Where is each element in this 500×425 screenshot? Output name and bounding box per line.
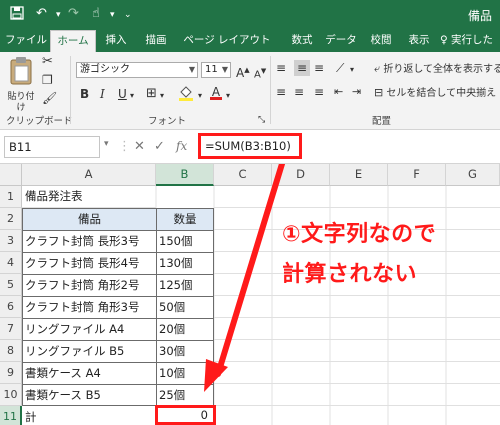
orientation-icon[interactable]: ⟋ [336,60,344,76]
tab-review[interactable]: 校閲 [364,30,398,52]
chevron-down-icon: ▼ [221,65,228,74]
clipboard-icon [10,57,32,85]
paste-label: 貼り付け [7,92,35,113]
font-size-select[interactable]: 11 ▼ [201,62,231,78]
annotation-arrow [204,164,286,392]
paint-bucket-icon [179,86,193,101]
borders-icon[interactable]: ⊞ [146,86,157,102]
undo-dropdown-icon[interactable]: ▾ [56,10,61,20]
alignment-group-label: 配置 [372,116,392,127]
redo-icon[interactable]: ↷ [68,6,79,21]
chevron-down-icon[interactable]: ▾ [198,88,202,104]
font-dialog-launcher-icon[interactable]: ⤡ [258,112,265,128]
worksheet-grid: A B C D E F G 1 2 3 4 5 6 7 8 9 10 11 備品… [0,164,500,425]
cancel-icon[interactable]: ✕ [134,139,145,154]
chevron-down-icon[interactable]: ▾ [226,88,230,104]
ribbon: 貼り付け ✂ ❐ 🖌 クリップボード 游ゴシック ▼ 11 ▼ A▲ A▼ B … [0,52,500,130]
bold-button[interactable]: B [80,86,89,102]
wrap-text-button[interactable]: ⤶ 折り返して全体を表示する [374,61,500,78]
group-divider [270,56,271,124]
wrap-text-label: 折り返して全体を表示する [383,64,500,75]
tab-formulas[interactable]: 数式 [286,30,318,52]
grow-font-glyph: A [236,66,245,80]
tab-view[interactable]: 表示 [402,30,436,52]
tab-draw[interactable]: 描画 [140,30,172,52]
chevron-down-icon[interactable]: ▾ [350,62,354,78]
format-painter-icon[interactable]: 🖌 [42,90,57,106]
copy-icon[interactable]: ❐ [42,72,53,88]
merge-center-button[interactable]: ⊟ セルを結合して中央揃え [374,85,496,102]
align-middle-icon[interactable]: ≡ [294,60,310,76]
tab-data[interactable]: データ [322,30,360,52]
group-divider [70,56,71,124]
italic-button[interactable]: I [100,86,105,102]
save-icon[interactable] [10,6,24,24]
font-color-glyph: A [211,85,221,99]
merge-center-label: セルを結合して中央揃え [386,88,497,99]
merge-cells-icon: ⊟ [374,86,384,99]
formula-input[interactable]: =SUM(B3:B10) [198,133,302,159]
touch-mode-icon[interactable]: ☝ [92,6,100,21]
document-title: 備品 [467,9,492,23]
clipboard-group-label: クリップボード [6,116,73,127]
wrap-text-icon: ⤶ [374,62,381,75]
title-bar: ↶ ▾ ↷ ☝ ▾ ⌄ 備品 [0,0,500,30]
undo-icon[interactable]: ↶ [36,6,47,21]
increase-indent-icon[interactable]: ⇥ [352,84,361,100]
shrink-font-button[interactable]: A▼ [254,63,266,83]
tab-file[interactable]: ファイル [4,30,48,52]
chevron-down-icon[interactable]: ▾ [130,88,134,104]
enter-icon[interactable]: ✓ [154,139,165,154]
chevron-down-icon[interactable]: ▾ [160,88,164,104]
align-bottom-icon[interactable]: ≡ [314,60,324,76]
font-size-value: 11 [205,64,218,75]
shrink-font-glyph: A [254,69,261,81]
tab-home[interactable]: ホーム [50,30,96,52]
font-group-label: フォント [148,116,187,127]
annotation-text-line1: ①文字列なので [282,222,437,247]
ribbon-tabs: ファイル ホーム 挿入 描画 ページ レイアウト 数式 データ 校閲 表示 ♀ … [0,30,500,67]
grow-font-button[interactable]: A▲ [236,62,250,81]
align-top-icon[interactable]: ≡ [276,60,286,76]
tab-tell-me[interactable]: ♀ 実行したい [440,30,500,67]
tab-page-layout[interactable]: ページ レイアウト [176,30,278,52]
align-left-icon[interactable]: ≡ [276,84,286,100]
chevron-down-icon: ▼ [188,65,195,74]
underline-button[interactable]: U [118,86,127,102]
cut-icon[interactable]: ✂ [42,54,53,70]
align-right-icon[interactable]: ≡ [314,84,324,100]
formula-bar: B11 ▾ ⋮ ✕ ✓ fx =SUM(B3:B10) [0,130,500,164]
name-box[interactable]: B11 [4,136,100,158]
align-center-icon[interactable]: ≡ [294,84,304,100]
paste-button[interactable]: 貼り付け [6,56,36,114]
touch-dropdown-icon[interactable]: ▾ [110,10,115,20]
font-color-button[interactable]: A [210,84,222,100]
namebox-dropdown-icon[interactable]: ▾ [104,139,109,149]
decrease-indent-icon[interactable]: ⇤ [334,84,343,100]
more-options-icon: ⋮ [118,139,131,154]
font-name-value: 游ゴシック [80,64,130,75]
lightbulb-icon: ♀ [440,34,448,46]
annotation-text-line2: 計算されない [282,262,418,287]
insert-function-icon[interactable]: fx [176,139,187,153]
tab-insert[interactable]: 挿入 [100,30,132,52]
customize-toolbar-icon[interactable]: ⌄ [124,10,132,20]
font-name-select[interactable]: 游ゴシック ▼ [76,62,198,78]
fill-color-button[interactable] [178,84,194,108]
